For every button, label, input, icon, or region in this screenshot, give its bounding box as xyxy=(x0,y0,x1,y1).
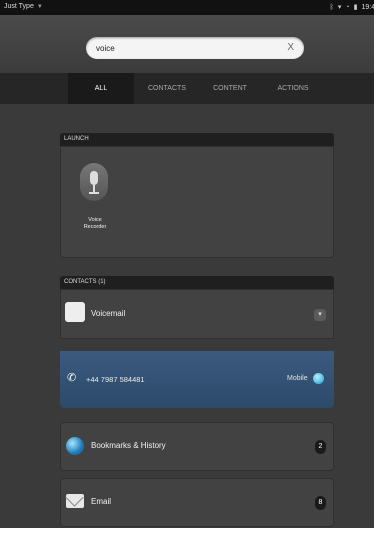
status-bar: Just Type ▼ ᛒ ▾ ◔ ▮ 19:41 xyxy=(0,0,383,15)
wifi-icon: ◔ xyxy=(345,3,350,11)
search-header: X xyxy=(0,15,383,73)
bookmarks-count-badge: 2 xyxy=(315,440,326,454)
search-box: X xyxy=(86,37,304,59)
phone-number: +44 7987 584481 xyxy=(86,375,145,384)
mic-stand xyxy=(93,185,95,192)
bookmarks-label: Bookmarks & History xyxy=(91,441,166,450)
chevron-down-icon: ▾ xyxy=(318,311,322,318)
app-label[interactable]: Voice Recorder xyxy=(65,217,125,231)
mic-base xyxy=(89,192,99,194)
voice-recorder-icon[interactable] xyxy=(80,163,108,201)
globe-icon xyxy=(66,437,84,455)
avatar xyxy=(65,302,85,322)
expand-contact-button[interactable]: ▾ xyxy=(314,309,326,321)
search-input[interactable] xyxy=(96,40,276,56)
phone-icon: ✆ xyxy=(67,372,77,384)
clear-search-icon[interactable]: X xyxy=(287,42,294,53)
tab-actions[interactable]: ACTIONS xyxy=(260,73,326,104)
contacts-section-header: CONTACTS (1) xyxy=(60,276,334,289)
microphone-icon xyxy=(90,171,98,185)
app-menu[interactable]: Just Type ▼ xyxy=(4,3,43,10)
launch-section-header: LAUNCH xyxy=(60,133,334,146)
app-name: Just Type xyxy=(4,3,34,10)
tab-all[interactable]: ALL xyxy=(68,73,134,104)
signal-icon: ▾ xyxy=(337,4,342,11)
launch-panel: Voice Recorder xyxy=(60,146,334,258)
status-icons: ᛒ ▾ ◔ ▮ 19:41 xyxy=(329,3,379,12)
screen: Just Type▼ ᛒ ▾ ◔ ▮ 19:41 X ALL CONTACTS … xyxy=(0,0,383,533)
tab-contacts[interactable]: CONTACTS xyxy=(134,73,200,104)
email-label: Email xyxy=(91,497,112,506)
email-card[interactable]: Email 8 xyxy=(60,478,334,527)
app-label-line1: Voice xyxy=(88,217,102,223)
tab-content[interactable]: CONTENT xyxy=(197,73,263,104)
screen-border-bottom xyxy=(0,528,383,533)
contact-row[interactable]: Voicemail ▾ xyxy=(60,289,334,339)
screen-border-right xyxy=(374,0,383,533)
filter-tabs: ALL CONTACTS CONTENT ACTIONS xyxy=(0,73,383,104)
battery-icon: ▮ xyxy=(353,4,358,11)
presence-icon xyxy=(313,373,324,384)
number-type: Mobile xyxy=(287,375,308,382)
email-count-badge: 8 xyxy=(315,496,326,510)
bookmarks-history-card[interactable]: Bookmarks & History 2 xyxy=(60,422,334,471)
bluetooth-icon: ᛒ xyxy=(329,3,334,11)
app-label-line2: Recorder xyxy=(83,224,107,230)
phone-number-row[interactable]: ✆ +44 7987 584481 Mobile xyxy=(60,351,334,408)
chevron-down-icon: ▼ xyxy=(36,4,43,10)
contact-name: Voicemail xyxy=(91,309,126,318)
email-icon xyxy=(66,494,84,508)
